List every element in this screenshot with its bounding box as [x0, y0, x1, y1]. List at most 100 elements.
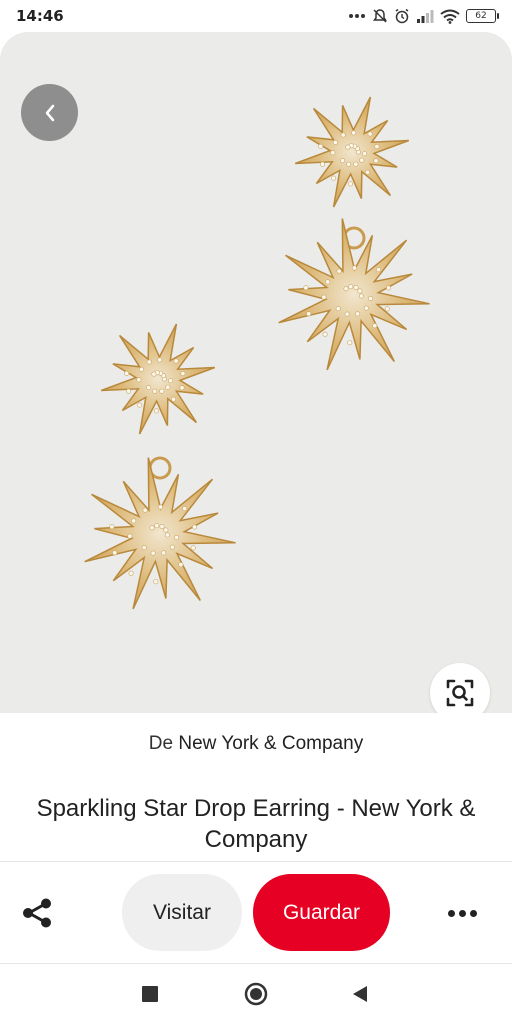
rhinestone — [158, 504, 164, 510]
rhinestone — [347, 340, 353, 346]
square-icon — [142, 986, 158, 1002]
dot-icon — [458, 909, 466, 917]
rhinestone — [368, 295, 374, 301]
rhinestone — [154, 523, 160, 529]
visit-button[interactable]: Visitar — [122, 874, 242, 951]
rhinestone — [150, 550, 156, 556]
rhinestone — [190, 545, 196, 551]
rhinestone — [359, 157, 365, 163]
rhinestone — [149, 525, 155, 531]
rhinestone — [336, 268, 342, 274]
rhinestone — [353, 285, 359, 291]
rhinestone — [386, 285, 392, 291]
rhinestone — [131, 518, 137, 524]
rhinestone — [109, 524, 115, 530]
rhinestone — [127, 533, 133, 539]
rhinestone — [159, 388, 165, 394]
visual-search-icon — [446, 679, 474, 707]
large-star — [84, 457, 236, 610]
rhinestone — [343, 286, 349, 292]
rhinestone — [138, 366, 144, 372]
rhinestone — [164, 532, 170, 538]
source-prefix: De — [148, 733, 174, 754]
chevron-left-icon — [45, 104, 54, 121]
save-button[interactable]: Guardar — [253, 874, 390, 951]
rhinestone — [346, 161, 352, 167]
rhinestone — [154, 408, 160, 414]
rhinestone — [163, 527, 169, 533]
rhinestone — [182, 506, 188, 512]
rhinestone — [153, 579, 159, 585]
pin-title: Sparkling Star Drop Earring - New York &… — [36, 795, 476, 853]
rhinestone — [376, 267, 382, 273]
rhinestone — [180, 370, 186, 376]
status-icons: 62 — [348, 7, 499, 25]
pin-image[interactable] — [0, 32, 512, 713]
rhinestone — [335, 306, 341, 312]
back-nav-button[interactable] — [346, 980, 374, 1008]
rhinestone — [165, 384, 171, 390]
rhinestone — [152, 388, 158, 394]
large-star — [278, 218, 430, 371]
status-time: 14:46 — [16, 7, 64, 25]
rhinestone — [136, 377, 142, 383]
pin-source: De New York & Company — [0, 733, 512, 755]
rhinestone — [169, 544, 175, 550]
triangle-back-icon — [353, 986, 367, 1002]
earring-right — [278, 96, 430, 371]
rhinestone — [126, 388, 132, 394]
rhinestone — [157, 357, 163, 363]
rhinestone — [306, 311, 312, 317]
more-options-button[interactable] — [438, 892, 486, 934]
signal-icon — [417, 10, 434, 23]
rhinestone — [344, 311, 350, 317]
rhinestone — [192, 524, 198, 530]
rhinestone — [146, 359, 152, 365]
rhinestone — [124, 370, 130, 376]
alarm-icon — [395, 8, 409, 24]
rhinestone — [345, 144, 351, 150]
rhinestone — [142, 507, 148, 513]
rhinestone — [179, 385, 185, 391]
rhinestone — [128, 570, 134, 576]
rhinestone — [351, 130, 357, 136]
rhinestone — [141, 545, 147, 551]
back-button[interactable] — [21, 84, 78, 141]
wifi-icon — [440, 9, 460, 24]
rhinestone — [332, 139, 338, 145]
rhinestone — [363, 305, 369, 311]
rhinestone — [357, 288, 363, 294]
source-link[interactable]: New York & Company — [178, 733, 363, 754]
rhinestone — [355, 311, 361, 317]
small-star — [294, 96, 410, 208]
battery-icon: 62 — [466, 9, 499, 23]
share-button[interactable] — [16, 892, 58, 934]
rhinestone — [173, 358, 179, 364]
rhinestone — [331, 175, 337, 181]
rhinestone — [161, 550, 167, 556]
small-star — [100, 323, 216, 435]
rhinestone — [348, 284, 354, 290]
recent-apps-button[interactable] — [136, 980, 164, 1008]
rhinestone — [367, 131, 373, 137]
rhinestone — [384, 306, 390, 312]
circle-icon — [244, 982, 268, 1006]
divider — [0, 861, 512, 862]
rhinestone — [321, 294, 327, 300]
rhinestone — [178, 562, 184, 568]
rhinestone — [146, 385, 152, 391]
rhinestone — [159, 523, 165, 529]
status-bar: 14:46 62 — [0, 0, 512, 32]
home-button[interactable] — [242, 980, 270, 1008]
dot-icon — [447, 909, 455, 917]
rhinestone — [351, 265, 357, 271]
rhinestone — [347, 181, 353, 187]
dot-icon — [469, 909, 477, 917]
rhinestone — [340, 132, 346, 138]
rhinestone — [358, 293, 364, 299]
rhinestone — [168, 378, 174, 384]
share-icon — [23, 898, 51, 928]
rhinestone — [330, 150, 336, 156]
earring-left — [84, 323, 236, 610]
rhinestone — [364, 169, 370, 175]
